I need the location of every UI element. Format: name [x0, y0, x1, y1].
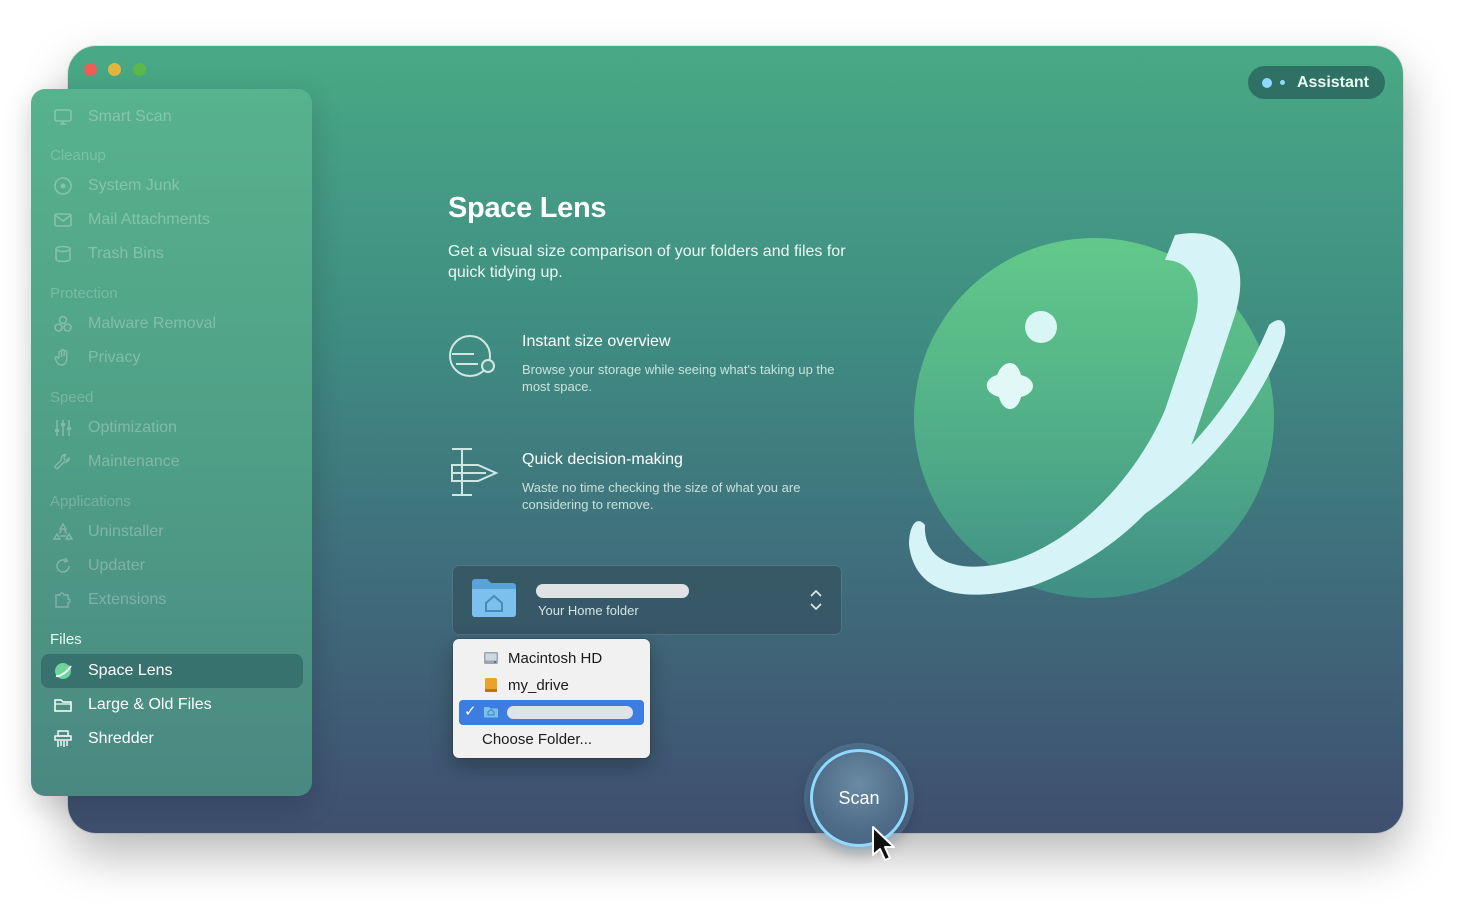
- close-window-button[interactable]: [84, 63, 97, 76]
- sidebar-heading-files: Files: [50, 631, 82, 648]
- menu-item-home-folder[interactable]: ✓: [459, 700, 644, 725]
- sidebar-item-label: Optimization: [88, 419, 177, 436]
- space-lens-icon: [53, 661, 73, 681]
- folder-dropdown-menu: Macintosh HD my_drive ✓ Choose Folder...: [453, 639, 650, 758]
- sidebar-item-shredder[interactable]: Shredder: [41, 722, 303, 756]
- monitor-icon: [53, 107, 73, 127]
- decision-icon: [448, 447, 500, 499]
- feature-title: Instant size overview: [522, 333, 671, 350]
- sidebar-item-label: Malware Removal: [88, 315, 217, 332]
- assistant-button[interactable]: Assistant: [1247, 66, 1385, 99]
- biohazard-icon: [53, 314, 73, 334]
- menu-item-my-drive[interactable]: my_drive: [459, 673, 644, 698]
- hand-icon: [53, 348, 73, 368]
- menu-item-macintosh-hd[interactable]: Macintosh HD: [459, 646, 644, 671]
- sidebar-item-label: Maintenance: [88, 453, 180, 470]
- sidebar-item-smart-scan[interactable]: Smart Scan: [41, 100, 303, 134]
- external-drive-icon: [483, 677, 499, 693]
- disk-icon: [53, 176, 73, 196]
- sidebar-item-label: Trash Bins: [88, 245, 164, 262]
- space-lens-planet-illustration: [897, 225, 1297, 625]
- sidebar-item-large-old-files[interactable]: Large & Old Files: [41, 688, 303, 722]
- assistant-label: Assistant: [1296, 73, 1369, 91]
- puzzle-icon: [53, 590, 73, 610]
- sidebar-item-updater[interactable]: Updater: [41, 549, 303, 583]
- sidebar-heading-cleanup: Cleanup: [50, 147, 106, 164]
- home-folder-icon: [471, 578, 517, 618]
- home-folder-icon: [483, 704, 499, 720]
- checkmark-icon: ✓: [464, 703, 477, 720]
- menu-item-choose-folder[interactable]: Choose Folder...: [459, 727, 644, 752]
- assistant-dot-icon: [1261, 77, 1272, 88]
- sidebar-item-label: System Junk: [88, 177, 180, 194]
- zoom-window-button[interactable]: [133, 63, 146, 76]
- sidebar-item-system-junk[interactable]: System Junk: [41, 169, 303, 203]
- page-subtitle: Get a visual size comparison of your fol…: [448, 243, 846, 281]
- assistant-small-dot-icon: [1279, 80, 1285, 85]
- sidebar-item-label: Smart Scan: [88, 108, 172, 125]
- sidebar-item-trash-bins[interactable]: Trash Bins: [41, 237, 303, 271]
- sliders-icon: [53, 418, 73, 438]
- sidebar-item-label: Large & Old Files: [88, 696, 212, 713]
- sidebar-item-label: Shredder: [88, 730, 154, 747]
- folder-name-redacted: [536, 584, 689, 598]
- sidebar-item-uninstaller[interactable]: Uninstaller: [41, 515, 303, 549]
- sidebar-item-label: Space Lens: [88, 662, 173, 679]
- size-overview-icon: [448, 332, 500, 384]
- folder-selector[interactable]: Your Home folder: [453, 566, 841, 634]
- sidebar-item-extensions[interactable]: Extensions: [41, 583, 303, 617]
- trash-icon: [53, 244, 73, 264]
- folder-selector-label: Your Home folder: [538, 603, 639, 618]
- sidebar-item-optimization[interactable]: Optimization: [41, 411, 303, 445]
- sidebar-heading-protection: Protection: [50, 285, 118, 302]
- wrench-icon: [53, 452, 73, 472]
- scan-button-label: Scan: [838, 787, 880, 808]
- feature-title: Quick decision-making: [522, 451, 683, 468]
- menu-item-label: Macintosh HD: [508, 650, 603, 667]
- apps-icon: [53, 522, 73, 542]
- sidebar-item-maintenance[interactable]: Maintenance: [41, 445, 303, 479]
- sidebar-item-mail-attachments[interactable]: Mail Attachments: [41, 203, 303, 237]
- shredder-icon: [53, 729, 73, 749]
- sidebar-heading-applications: Applications: [50, 493, 131, 510]
- menu-item-label: my_drive: [508, 677, 569, 694]
- menu-item-label: Choose Folder...: [482, 731, 593, 748]
- update-icon: [53, 556, 73, 576]
- sidebar-item-label: Mail Attachments: [88, 211, 210, 228]
- mouse-cursor-icon: [871, 825, 897, 865]
- sidebar-item-label: Privacy: [88, 349, 141, 366]
- sidebar-heading-speed: Speed: [50, 389, 94, 406]
- sidebar-item-privacy[interactable]: Privacy: [41, 341, 303, 375]
- sidebar-item-label: Uninstaller: [88, 523, 164, 540]
- feature-description: Browse your storage while seeing what's …: [522, 362, 835, 394]
- sidebar-item-space-lens[interactable]: Space Lens: [41, 654, 303, 688]
- page-title: Space Lens: [448, 192, 607, 224]
- sidebar-item-label: Updater: [88, 557, 145, 574]
- sidebar-item-malware-removal[interactable]: Malware Removal: [41, 307, 303, 341]
- feature-description: Waste no time checking the size of what …: [522, 480, 801, 512]
- envelope-icon: [53, 210, 73, 230]
- minimize-window-button[interactable]: [108, 63, 121, 76]
- folder-icon: [53, 695, 73, 715]
- menu-item-label-redacted: [507, 706, 633, 719]
- chevron-updown-icon: [809, 588, 823, 612]
- hard-drive-icon: [483, 650, 499, 666]
- sidebar-item-label: Extensions: [88, 591, 167, 608]
- sidebar: Smart Scan Cleanup System Junk Mail Atta…: [31, 89, 312, 796]
